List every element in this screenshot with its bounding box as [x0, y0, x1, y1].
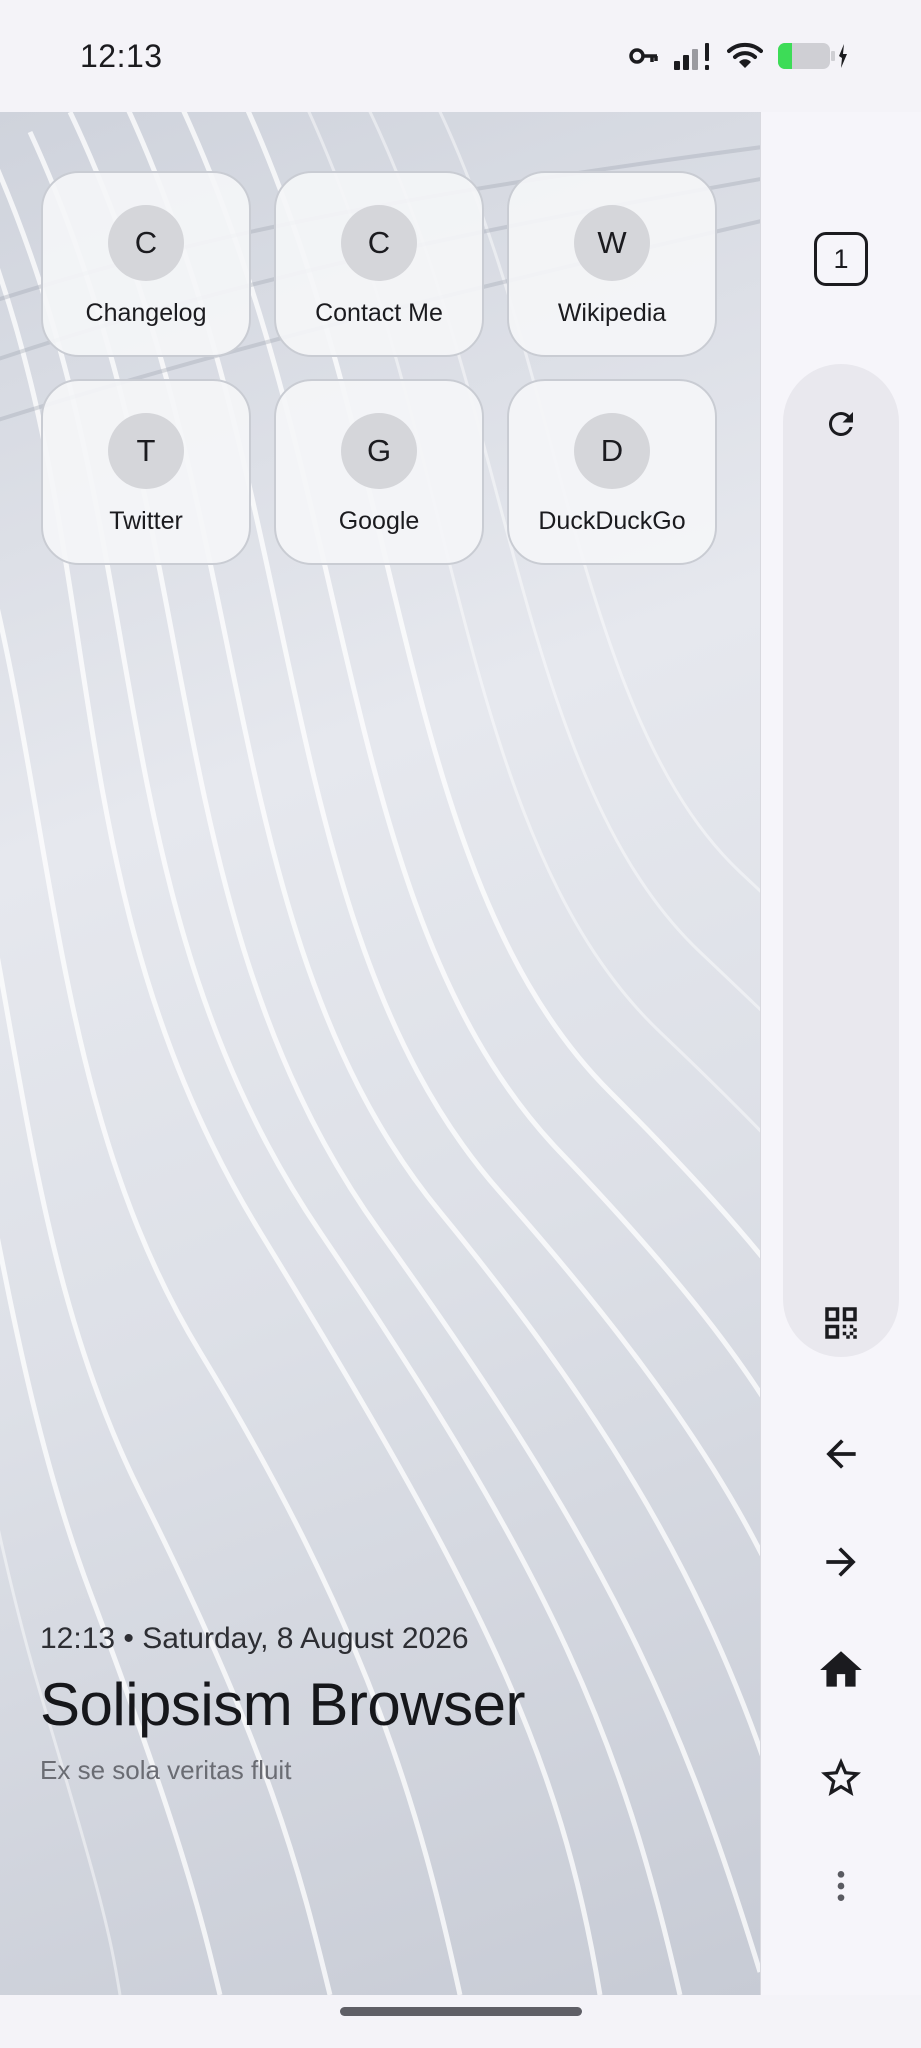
speed-dial-changelog[interactable]: C Changelog [41, 171, 251, 357]
star-icon [817, 1754, 865, 1802]
status-bar: 12:13 [0, 0, 921, 112]
status-icons [629, 36, 847, 76]
browser-tagline: Ex se sola veritas fluit [40, 1755, 292, 1785]
speed-dial-grid: C Changelog C Contact Me W Wikipedia T T… [41, 171, 721, 565]
battery-charging-icon [777, 41, 847, 71]
home-icon [816, 1645, 866, 1695]
browser-title: Solipsism Browser [40, 1671, 525, 1738]
gesture-handle[interactable] [340, 2007, 582, 2016]
speed-dial-wikipedia[interactable]: W Wikipedia [507, 171, 717, 357]
tab-counter-button[interactable]: 1 [814, 232, 868, 286]
tile-avatar: C [108, 205, 184, 281]
more-options-button[interactable] [811, 1856, 871, 1916]
gesture-nav-area [0, 1995, 921, 2048]
tile-label: DuckDuckGo [538, 507, 686, 535]
tile-label: Changelog [85, 299, 207, 327]
speed-dial-twitter[interactable]: T Twitter [41, 379, 251, 565]
home-button[interactable] [811, 1640, 871, 1700]
reload-button[interactable] [811, 394, 871, 454]
side-toolbar: 1 [760, 112, 921, 1995]
speed-dial-contact-me[interactable]: C Contact Me [274, 171, 484, 357]
tile-avatar: C [341, 205, 417, 281]
tile-avatar: T [108, 413, 184, 489]
tile-avatar: W [574, 205, 650, 281]
address-bar[interactable] [783, 364, 899, 1357]
tile-avatar: D [574, 413, 650, 489]
back-arrow-icon [819, 1432, 863, 1476]
reload-icon [823, 406, 859, 442]
date-time-text: 12:13 • Saturday, 8 August 2026 [40, 1622, 469, 1655]
more-vert-icon [821, 1866, 861, 1906]
wifi-icon [727, 42, 763, 70]
bookmark-button[interactable] [811, 1748, 871, 1808]
qr-code-icon [820, 1302, 862, 1344]
tile-avatar: G [341, 413, 417, 489]
browser-screen: 12:13 C Changelog C Contact Me W Wikiped… [0, 0, 921, 2048]
tile-label: Google [338, 507, 420, 535]
new-tab-page: C Changelog C Contact Me W Wikipedia T T… [0, 112, 760, 1995]
forward-arrow-icon [819, 1540, 863, 1584]
status-time: 12:13 [80, 38, 163, 74]
cellular-signal-icon [673, 41, 713, 71]
forward-button[interactable] [811, 1532, 871, 1592]
tile-label: Wikipedia [557, 299, 667, 327]
speed-dial-google[interactable]: G Google [274, 379, 484, 565]
vpn-key-icon [629, 45, 659, 67]
tile-label: Twitter [109, 507, 183, 535]
back-button[interactable] [811, 1424, 871, 1484]
speed-dial-duckduckgo[interactable]: D DuckDuckGo [507, 379, 717, 565]
qr-scan-button[interactable] [811, 1293, 871, 1353]
tile-label: Contact Me [315, 299, 443, 327]
home-info: 12:13 • Saturday, 8 August 2026 Solipsis… [40, 1622, 740, 1786]
